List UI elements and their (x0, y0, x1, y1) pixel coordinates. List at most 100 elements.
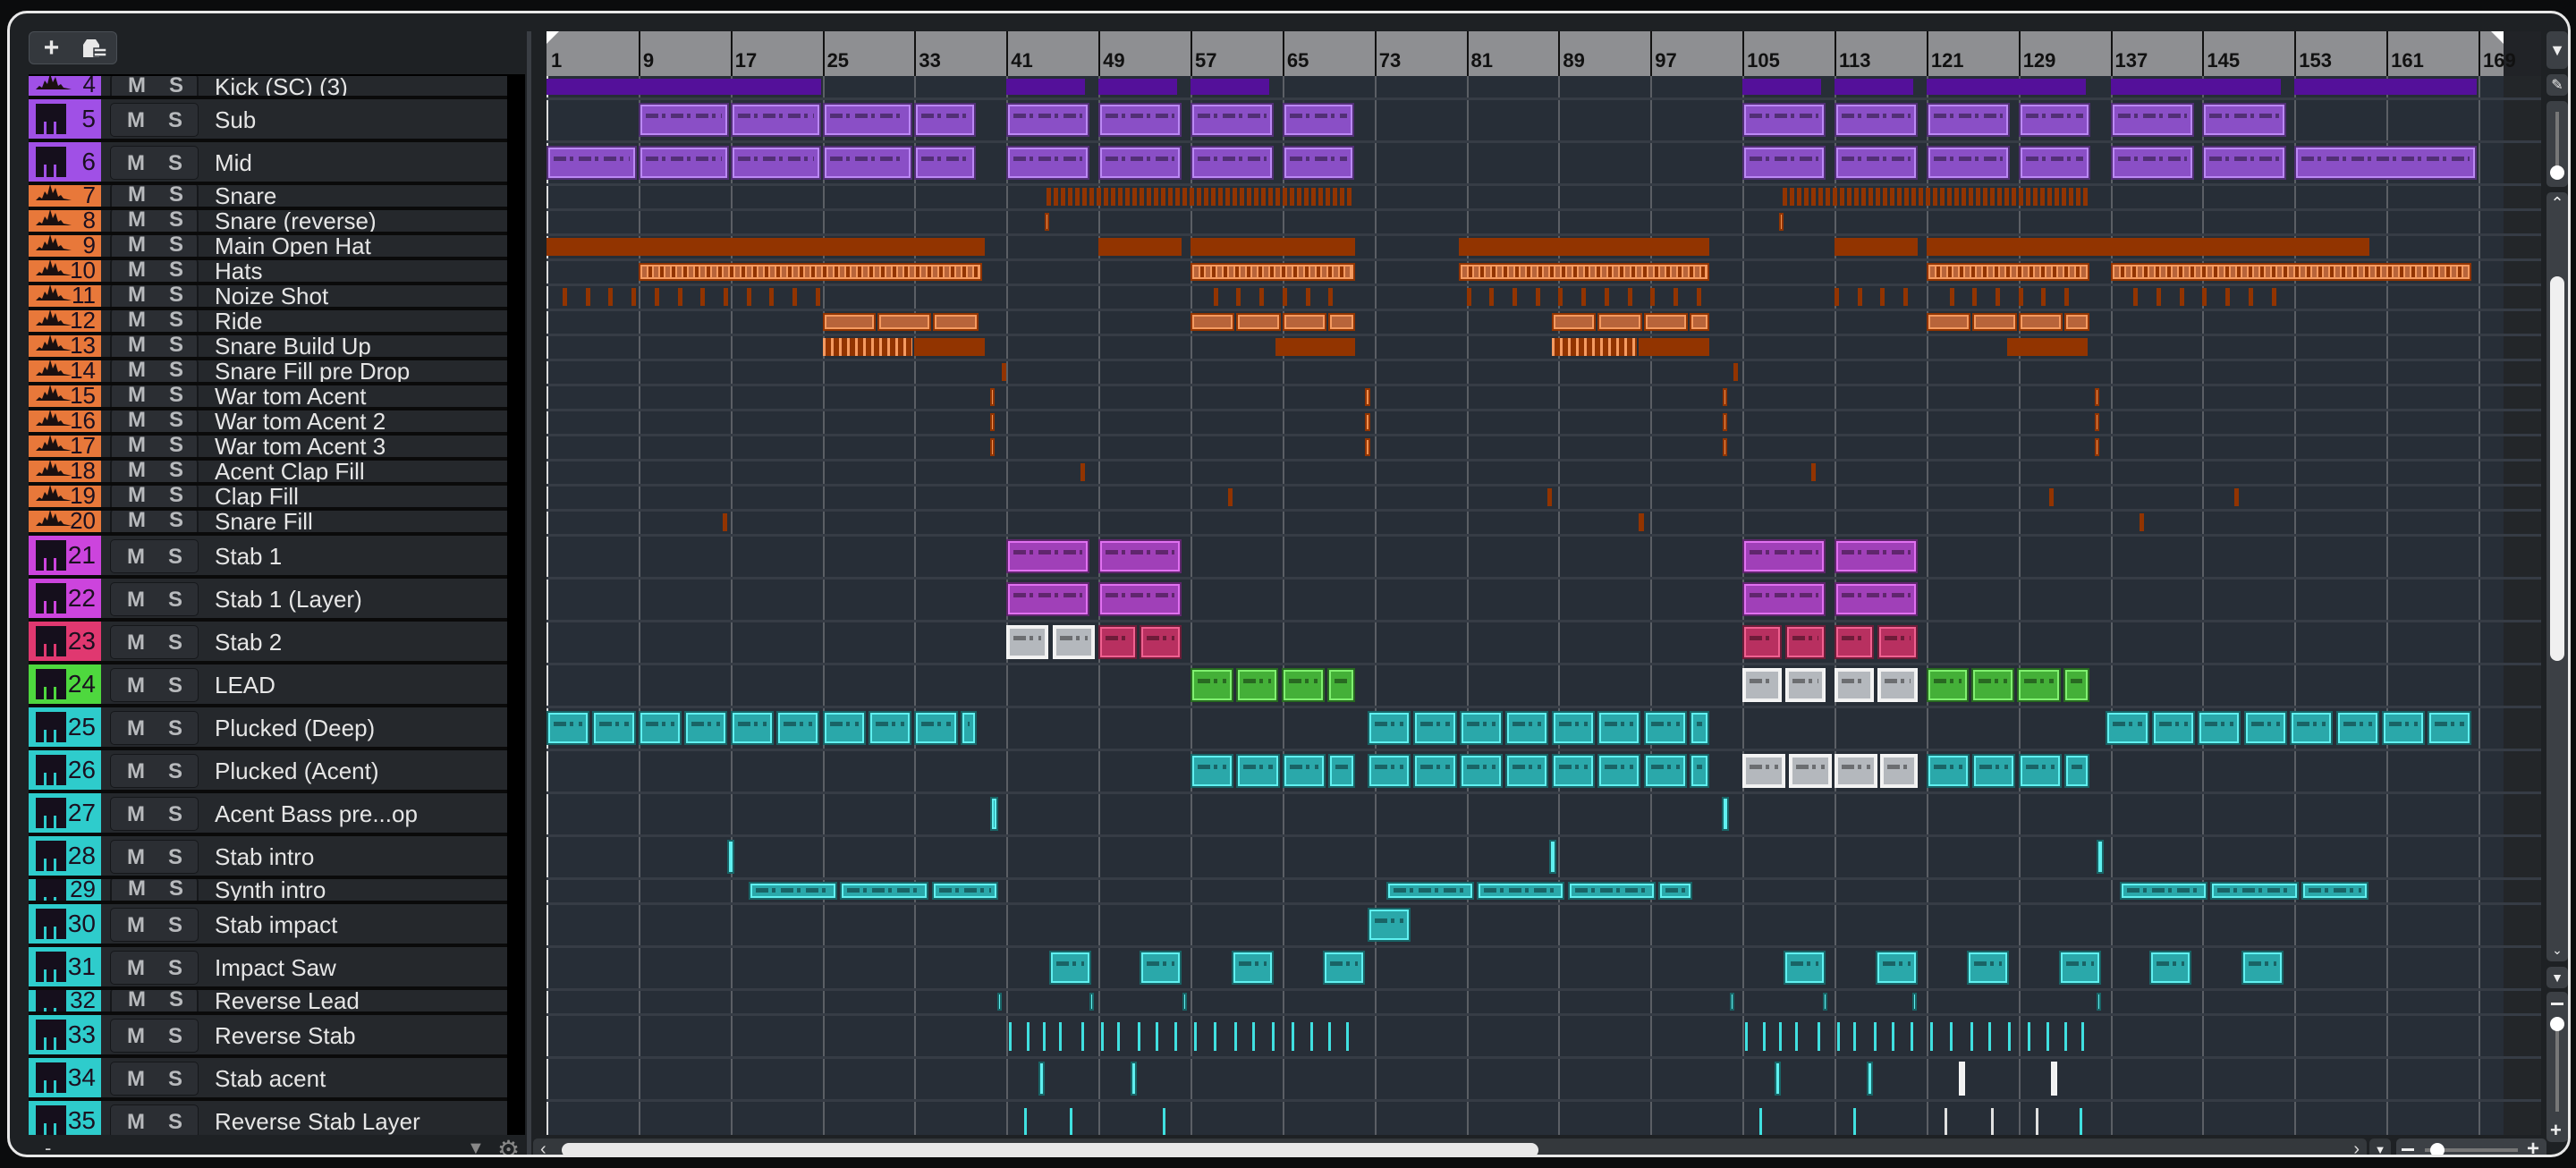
clip[interactable] (2202, 288, 2207, 306)
clip[interactable] (2079, 1108, 2082, 1135)
track-name[interactable]: Stab 2 (215, 629, 282, 656)
clip[interactable] (1834, 146, 1919, 180)
track-color-strip[interactable]: 14 (29, 360, 101, 382)
clip[interactable] (1489, 288, 1495, 306)
clip[interactable] (2018, 754, 2062, 788)
clip[interactable] (1783, 188, 2089, 206)
track-header[interactable]: 20 M S Snare Fill (29, 511, 507, 536)
track-header[interactable]: 6 M S Mid (29, 142, 507, 185)
clip[interactable] (1926, 79, 2086, 95)
track-color-strip[interactable]: 5 (29, 99, 101, 139)
clip[interactable] (1156, 1022, 1159, 1051)
clip[interactable] (1673, 288, 1678, 306)
clip[interactable] (1775, 1062, 1782, 1096)
track-color-strip[interactable]: 6 (29, 142, 101, 182)
track-height-slider[interactable] (2546, 101, 2568, 187)
clip[interactable] (1549, 840, 1557, 874)
clip[interactable] (1658, 882, 1693, 900)
clip[interactable] (1834, 238, 1919, 256)
clip[interactable] (1779, 1022, 1783, 1051)
clip[interactable] (1080, 463, 1085, 481)
clip[interactable] (792, 288, 798, 306)
clip[interactable] (914, 338, 986, 356)
clip[interactable] (1759, 1108, 1763, 1135)
clip[interactable] (2294, 146, 2477, 180)
clip[interactable] (2064, 288, 2070, 306)
track-name[interactable]: Acent Bass pre...op (215, 800, 418, 828)
solo-button[interactable]: S (169, 879, 183, 901)
clip[interactable] (1193, 1022, 1197, 1051)
solo-button[interactable]: S (168, 712, 182, 746)
clip[interactable] (1137, 1022, 1140, 1051)
clip[interactable] (631, 288, 637, 306)
track-header[interactable]: 16 M S War tom Acent 2 (29, 410, 507, 436)
track-list-scrollbar[interactable] (507, 74, 525, 1135)
track-header[interactable]: 8 M S Snare (reverse) (29, 210, 507, 235)
track-color-strip[interactable]: 12 (29, 310, 101, 332)
clip[interactable] (2050, 1062, 2057, 1096)
clip[interactable] (1282, 754, 1326, 788)
clip[interactable] (562, 288, 567, 306)
solo-button[interactable]: S (169, 461, 183, 482)
clip[interactable] (990, 388, 996, 406)
clip[interactable] (2301, 882, 2369, 900)
clip[interactable] (2202, 103, 2286, 137)
clip[interactable] (1305, 288, 1310, 306)
clip[interactable] (1345, 1022, 1349, 1051)
solo-button[interactable]: S (168, 626, 182, 660)
clip[interactable] (1002, 363, 1007, 381)
track-name[interactable]: Reverse Stab (215, 1022, 356, 1050)
clip[interactable] (2335, 711, 2379, 745)
clip[interactable] (1763, 1022, 1767, 1051)
clip[interactable] (2428, 711, 2471, 745)
menu-dropdown-button[interactable]: ▼ (2546, 31, 2568, 69)
clip[interactable] (547, 79, 821, 95)
clip[interactable] (822, 711, 866, 745)
clip[interactable] (638, 146, 729, 180)
clip[interactable] (1970, 668, 2015, 702)
clip[interactable] (1236, 754, 1280, 788)
solo-button[interactable]: S (168, 909, 182, 943)
clip[interactable] (2179, 288, 2184, 306)
track-color-strip[interactable]: 19 (29, 486, 101, 507)
track-header[interactable]: 7 M S Snare (29, 185, 507, 210)
clip[interactable] (1689, 711, 1710, 745)
clip[interactable] (1970, 1022, 1973, 1051)
track-header[interactable]: 17 M S War tom Acent 3 (29, 436, 507, 461)
clip[interactable] (1228, 488, 1233, 506)
track-header[interactable]: 13 M S Snare Build Up (29, 335, 507, 360)
clip[interactable] (1834, 754, 1878, 788)
clip[interactable] (2049, 488, 2055, 506)
mute-button[interactable]: M (128, 360, 146, 382)
track-name[interactable]: Snare (215, 185, 276, 207)
track-name[interactable]: Ride (215, 310, 262, 332)
track-header[interactable]: 19 M S Clap Fill (29, 486, 507, 511)
track-presets-button[interactable] (74, 32, 114, 64)
clip[interactable] (684, 711, 728, 745)
clip[interactable] (2151, 711, 2195, 745)
clip[interactable] (1742, 582, 1826, 616)
clip[interactable] (1721, 797, 1730, 831)
clip[interactable] (1639, 338, 1710, 356)
clip[interactable] (1535, 288, 1540, 306)
mute-button[interactable]: M (127, 755, 145, 789)
clip[interactable] (1006, 103, 1090, 137)
track-name[interactable]: Impact Saw (215, 954, 336, 982)
clip[interactable] (1365, 413, 1370, 431)
clip[interactable] (2248, 288, 2253, 306)
clip[interactable] (1880, 754, 1919, 788)
locator-left-marker[interactable] (547, 31, 559, 44)
clip[interactable] (638, 711, 682, 745)
clip[interactable] (1140, 951, 1182, 985)
clip[interactable] (1174, 1022, 1177, 1051)
clip[interactable] (868, 711, 912, 745)
clip[interactable] (2064, 754, 2089, 788)
clip[interactable] (1006, 582, 1090, 616)
clip[interactable] (1309, 1022, 1313, 1051)
mute-button[interactable]: M (128, 210, 146, 232)
clip[interactable] (1972, 754, 2016, 788)
track-name[interactable]: Plucked (Acent) (215, 758, 379, 785)
track-color-strip[interactable]: 8 (29, 210, 101, 232)
clip[interactable] (1876, 951, 1919, 985)
mute-button[interactable]: M (128, 410, 146, 432)
